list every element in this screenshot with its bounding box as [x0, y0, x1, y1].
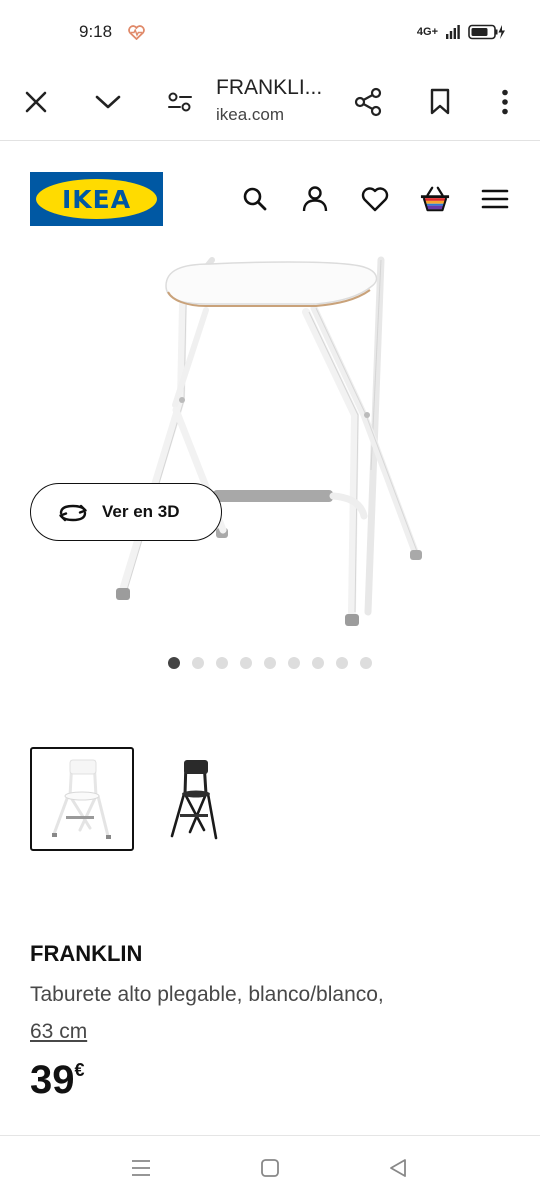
white-stool-thumbnail-image	[52, 759, 111, 839]
signal-icon	[446, 25, 460, 39]
user-icon[interactable]	[300, 184, 330, 214]
site-header: IKEA	[0, 170, 540, 230]
product-description: Taburete alto plegable, blanco/blanco, 6…	[30, 976, 500, 1050]
chevron-down-icon[interactable]	[90, 84, 126, 120]
carousel-dot[interactable]	[288, 657, 300, 669]
price-value: 39	[30, 1058, 75, 1102]
share-icon[interactable]	[350, 84, 386, 120]
heart-icon[interactable]	[360, 184, 390, 214]
menu-icon[interactable]	[480, 184, 510, 214]
status-time: 9:18	[79, 22, 113, 41]
site-settings-icon[interactable]	[162, 84, 198, 120]
bookmark-icon[interactable]	[422, 84, 458, 120]
carousel-dot[interactable]	[360, 657, 372, 669]
status-indicators: 4G+	[417, 24, 506, 40]
product-price: 39€	[30, 1058, 85, 1103]
page-url[interactable]: ikea.com	[216, 105, 284, 125]
search-icon[interactable]	[240, 184, 270, 214]
carousel-dot[interactable]	[336, 657, 348, 669]
carousel-indicator	[168, 657, 372, 669]
view-3d-button[interactable]: Ver en 3D	[30, 483, 222, 541]
close-icon[interactable]	[18, 84, 54, 120]
logo-text: IKEA	[36, 179, 157, 219]
network-type: 4G+	[416, 26, 438, 38]
carousel-dot[interactable]	[264, 657, 276, 669]
carousel-dot[interactable]	[240, 657, 252, 669]
product-size-link[interactable]: 63 cm	[30, 1020, 87, 1043]
health-icon	[128, 25, 145, 40]
system-navigation-bar	[0, 1135, 540, 1201]
browser-toolbar: FRANKLI... ikea.com	[0, 64, 540, 141]
view-3d-label: Ver en 3D	[102, 502, 180, 521]
product-image[interactable]	[0, 240, 540, 650]
carousel-dot[interactable]	[312, 657, 324, 669]
carousel-dot[interactable]	[216, 657, 228, 669]
carousel-dot[interactable]	[192, 657, 204, 669]
carousel-dot[interactable]	[168, 657, 180, 669]
battery-icon	[468, 24, 505, 40]
home-icon[interactable]	[256, 1154, 284, 1182]
back-icon[interactable]	[384, 1154, 412, 1182]
price-currency: €	[74, 1060, 85, 1080]
basket-icon[interactable]	[420, 184, 450, 214]
status-bar: 9:18 4G+	[0, 0, 540, 64]
product-description-text: Taburete alto plegable, blanco/blanco,	[30, 983, 384, 1006]
variant-thumbnail-white[interactable]	[30, 747, 134, 851]
ikea-logo[interactable]: IKEA	[30, 172, 163, 226]
page-title: FRANKLI...	[216, 76, 323, 99]
rotate-3d-icon	[59, 504, 87, 522]
black-stool-thumbnail-image	[170, 760, 218, 840]
more-options-icon[interactable]	[487, 84, 523, 120]
product-name: FRANKLIN	[30, 941, 143, 966]
variant-thumbnail-black[interactable]	[142, 747, 246, 851]
recent-apps-icon[interactable]	[127, 1154, 155, 1182]
